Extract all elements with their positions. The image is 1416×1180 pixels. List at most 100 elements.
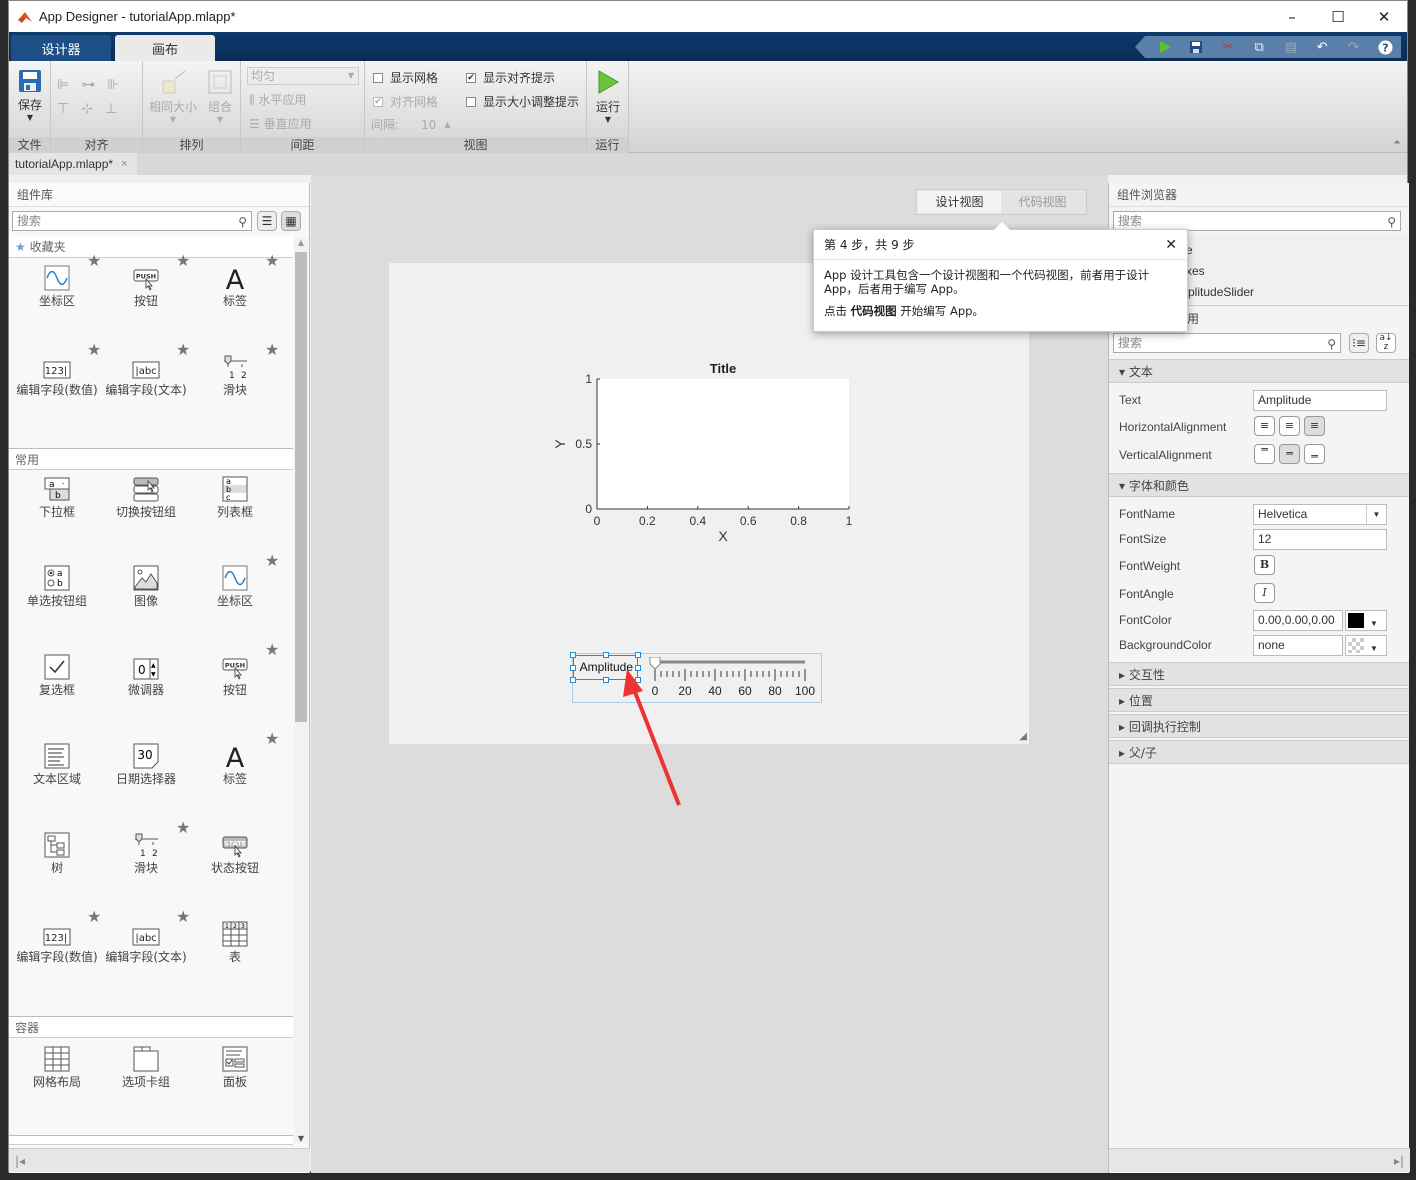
bgcolor-picker[interactable]: ▼ [1345,635,1387,656]
grid-view-button[interactable]: ▦ [281,211,301,231]
align-right-button[interactable]: ≡ [1304,416,1325,436]
favorite-star-icon[interactable]: ★ [176,907,190,926]
help-icon[interactable]: ? [1376,38,1394,56]
close-button[interactable]: ✕ [1361,1,1407,32]
show-resize-hints-checkbox[interactable]: 显示大小调整提示 [466,93,579,110]
section-containers[interactable]: 容器 [9,1016,293,1038]
library-item-toggle-group[interactable]: 切换按钮组 [103,472,189,519]
prop-text-input[interactable]: Amplitude [1253,390,1387,411]
resize-handle[interactable] [570,664,576,671]
close-doc-tab-icon[interactable]: × [121,158,127,170]
fontcolor-input[interactable]: 0.00,0.00,0.00 [1253,610,1343,631]
group-position[interactable]: ▸ 位置 [1109,688,1409,712]
favorite-star-icon[interactable]: ★ [87,907,101,926]
favorite-star-icon[interactable]: ★ [176,818,190,837]
favorite-star-icon[interactable]: ★ [265,251,279,270]
app-canvas[interactable]: 0 0.2 0.4 0.6 0.8 1 0 0.5 1 Title X Y Amplitude 0 20… [389,263,1029,744]
group-view-button[interactable]: ⁝≡ [1349,333,1369,353]
fontsize-input[interactable]: 12 [1253,529,1387,550]
favorite-star-icon[interactable]: ★ [265,551,279,570]
run-button[interactable]: 运行 ▼ [593,69,623,124]
close-tutorial-icon[interactable]: ✕ [1165,230,1177,260]
collapse-left-panel-icon[interactable]: |◂ [9,1148,310,1172]
inspector-search-input[interactable]: 搜索 ⚲ [1113,333,1341,353]
scroll-up-icon[interactable]: ▲ [294,238,308,247]
fontcolor-picker[interactable]: ▼ [1345,610,1387,631]
fontname-dropdown[interactable]: Helvetica ▼ [1253,504,1387,525]
minimize-button[interactable]: – [1269,1,1315,32]
undo-icon[interactable]: ↶ [1313,38,1331,56]
maximize-button[interactable]: ☐ [1315,1,1361,32]
group-text[interactable]: ▾ 文本 [1109,359,1409,383]
favorite-star-icon[interactable]: ★ [265,729,279,748]
list-view-button[interactable]: ☰ [257,211,277,231]
group-font-color[interactable]: ▾ 字体和颜色 [1109,473,1409,497]
valign-middle-button[interactable]: ═ [1279,444,1300,464]
save-icon[interactable] [1187,38,1205,56]
align-left-button[interactable]: ≡ [1254,416,1275,436]
redo-icon[interactable]: ↷ [1345,38,1363,56]
show-grid-checkbox[interactable]: 显示网格 [373,69,438,86]
valign-bottom-button[interactable]: ═ [1304,444,1325,464]
library-item-spinner[interactable]: 0 ▲ ▼ 微调器 [103,650,189,697]
library-item-date-picker[interactable]: 30 日期选择器 [103,739,189,786]
cut-icon[interactable]: ✂ [1219,38,1237,56]
scrollbar-thumb[interactable] [295,252,307,722]
valign-top-button[interactable]: ═ [1254,444,1275,464]
run-dropdown-arrow[interactable]: ▼ [593,115,623,124]
sort-az-button[interactable]: a↓ z [1376,333,1396,353]
save-button[interactable]: 保存 ▼ [15,69,45,122]
library-scrollbar[interactable]: ▲ ▼ [294,238,308,1143]
library-item-panel[interactable]: 面板 [192,1042,278,1089]
bgcolor-input[interactable]: none [1253,635,1343,656]
tab-designer[interactable]: 设计器 [11,35,111,61]
library-item-state-button[interactable]: STATE 状态按钮 [192,828,278,875]
tree-item-axes[interactable]: xes [1186,264,1205,278]
save-dropdown-arrow[interactable]: ▼ [15,113,45,122]
favorite-star-icon[interactable]: ★ [87,251,101,270]
resize-handle[interactable] [570,652,576,658]
align-center-button[interactable]: ≡ [1279,416,1300,436]
resize-handle[interactable] [602,652,609,658]
library-item-table[interactable]: 123 表 [192,917,278,964]
inspector-tab[interactable]: 用 [1187,310,1199,327]
library-item-checkbox[interactable]: 复选框 [14,650,100,697]
library-item-dropdown[interactable]: a - b 下拉框 [14,472,100,519]
favorite-star-icon[interactable]: ★ [176,251,190,270]
section-more[interactable] [9,1135,293,1145]
scroll-down-icon[interactable]: ▼ [294,1134,308,1143]
library-item-text-area[interactable]: 文本区域 [14,739,100,786]
favorite-star-icon[interactable]: ★ [265,340,279,359]
section-common[interactable]: 常用 [9,448,293,470]
favorite-star-icon[interactable]: ★ [265,640,279,659]
group-interactivity[interactable]: ▸ 交互性 [1109,662,1409,686]
library-item-tab-group[interactable]: 选项卡组 [103,1042,189,1089]
library-item-tree[interactable]: 树 [14,828,100,875]
library-item-radio-group[interactable]: a b 单选按钮组 [14,561,100,608]
favorite-star-icon[interactable]: ★ [87,340,101,359]
library-item-listbox[interactable]: a b c 列表框 [192,472,278,519]
collapse-ribbon-icon[interactable]: ⏶ [1393,137,1401,148]
canvas-resize-grip-icon[interactable]: ◢ [1019,731,1027,742]
resize-handle[interactable] [602,677,609,683]
design-view-button[interactable]: 设计视图 [918,191,1001,213]
run-icon[interactable] [1156,38,1174,56]
show-align-hints-checkbox[interactable]: ✔ 显示对齐提示 [466,69,555,86]
library-item-grid-layout[interactable]: 网格布局 [14,1042,100,1089]
italic-toggle-button[interactable]: I [1254,583,1275,603]
browser-search-input[interactable]: 搜索 ⚲ [1113,211,1401,231]
tree-item-slider[interactable]: plitudeSlider [1188,285,1254,299]
copy-icon[interactable]: ⧉ [1250,38,1268,56]
bold-toggle-button[interactable]: B [1254,555,1275,575]
doc-tab-tutorialapp[interactable]: tutorialApp.mlapp* × [9,153,137,175]
library-search-input[interactable]: 搜索 ⚲ [12,211,252,231]
collapse-right-panel-icon[interactable]: ▸| [1109,1148,1410,1172]
resize-handle[interactable] [570,677,576,683]
code-view-button[interactable]: 代码视图 [1001,191,1084,213]
tab-canvas[interactable]: 画布 [115,35,215,61]
paste-icon[interactable]: ▤ [1282,38,1300,56]
resize-handle[interactable] [635,652,641,658]
group-callback[interactable]: ▸ 回调执行控制 [1109,714,1409,738]
favorite-star-icon[interactable]: ★ [176,340,190,359]
group-parent-child[interactable]: ▸ 父/子 [1109,740,1409,764]
